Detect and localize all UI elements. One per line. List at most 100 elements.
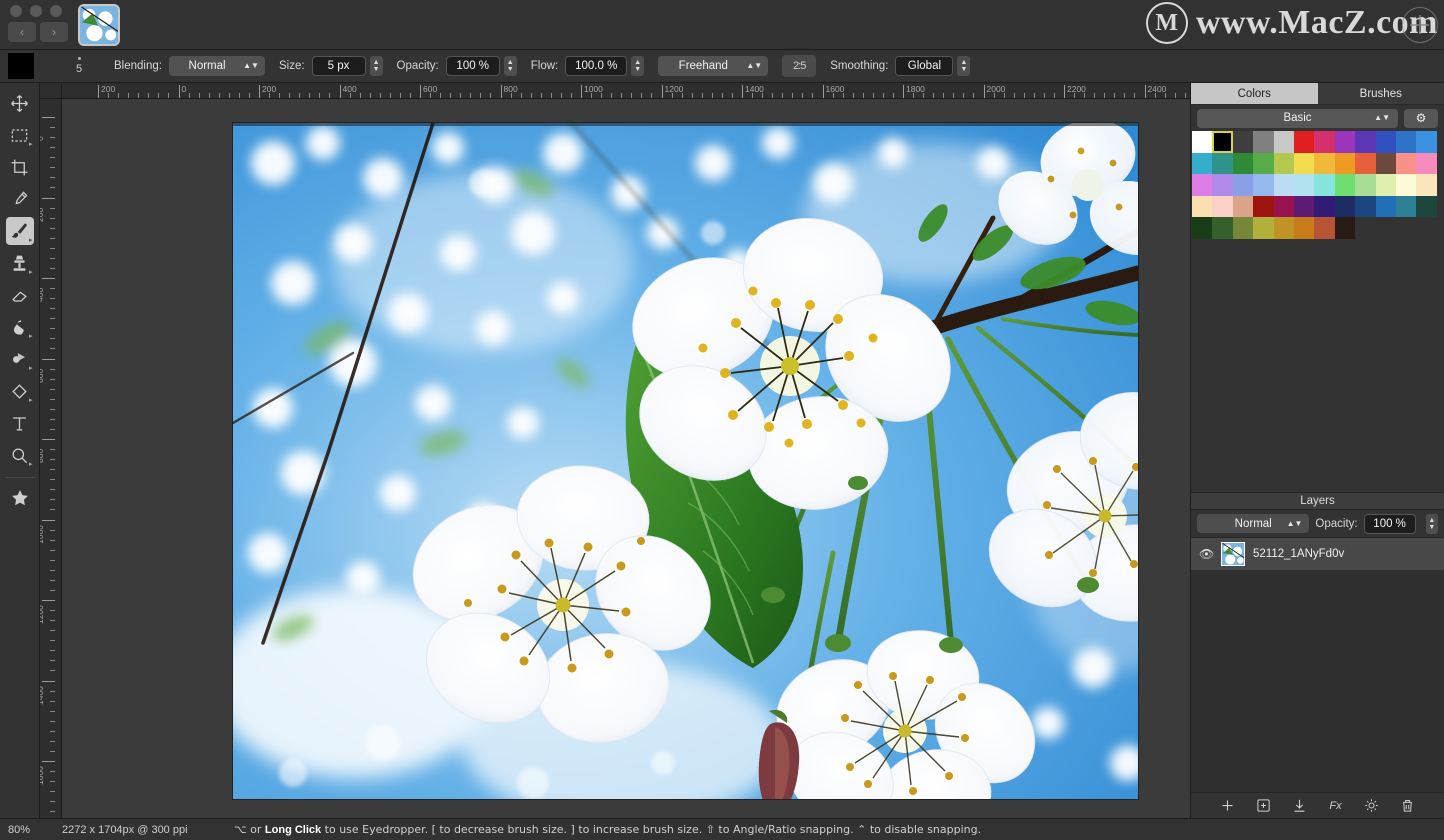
foreground-color-swatch[interactable] [8,53,34,79]
zoom-level[interactable]: 80% [0,824,62,836]
zoom-tool[interactable]: ▸ [6,441,34,469]
add-mask-button[interactable] [1255,797,1273,815]
flow-input[interactable]: 100.0 % [565,56,627,76]
color-swatch[interactable] [1294,196,1314,218]
color-swatch[interactable] [1233,174,1253,196]
nav-forward-button[interactable]: › [40,22,68,42]
color-swatch[interactable] [1416,131,1436,153]
close-button[interactable] [10,5,22,17]
color-swatch[interactable] [1376,153,1396,175]
tab-brushes[interactable]: Brushes [1318,83,1444,105]
color-swatch[interactable] [1335,131,1355,153]
layer-opacity-stepper[interactable]: ▲▼ [1426,514,1438,534]
color-swatch[interactable] [1294,217,1314,239]
shape-tool[interactable]: ▸ [6,377,34,405]
vertical-ruler[interactable]: 02004006008001000120014001600 [40,99,62,818]
color-swatch[interactable] [1274,217,1294,239]
color-swatch[interactable] [1212,174,1232,196]
color-swatch[interactable] [1416,196,1436,218]
color-swatch[interactable] [1233,153,1253,175]
text-tool[interactable] [6,409,34,437]
opacity-stepper[interactable]: ▲▼ [504,56,517,76]
layer-blend-mode-select[interactable]: Normal ▲▼ [1197,514,1309,533]
add-layer-button[interactable] [1219,797,1237,815]
color-swatch[interactable] [1192,217,1212,239]
ruler-corner[interactable] [40,83,62,99]
opacity-input[interactable]: 100 % [446,56,500,76]
color-swatch[interactable] [1274,131,1294,153]
size-input[interactable]: 5 px [312,56,366,76]
color-swatch[interactable] [1294,174,1314,196]
color-swatch[interactable] [1355,174,1375,196]
color-swatch[interactable] [1253,174,1273,196]
marquee-select-tool[interactable]: ▸ [6,121,34,149]
color-swatch[interactable] [1416,174,1436,196]
color-swatch[interactable] [1376,131,1396,153]
color-swatch[interactable] [1212,153,1232,175]
color-swatch[interactable] [1314,196,1334,218]
color-swatch[interactable] [1233,217,1253,239]
color-swatch[interactable] [1294,153,1314,175]
flow-stepper[interactable]: ▲▼ [631,56,644,76]
color-swatch[interactable] [1335,153,1355,175]
tab-colors[interactable]: Colors [1191,83,1318,105]
adjustments-button[interactable] [1363,797,1381,815]
color-swatch[interactable] [1355,196,1375,218]
color-swatch[interactable] [1253,153,1273,175]
color-swatch[interactable] [1212,196,1232,218]
canvas-stage[interactable] [62,99,1190,818]
paint-bucket-tool[interactable]: ▸ [6,313,34,341]
color-swatch[interactable] [1274,196,1294,218]
clone-stamp-tool[interactable]: ▸ [6,249,34,277]
smoothing-stepper[interactable]: ▲▼ [957,56,970,76]
color-swatch[interactable] [1274,153,1294,175]
nav-back-button[interactable]: ‹ [8,22,36,42]
paintbrush-tool[interactable]: ▸ [6,217,34,245]
color-swatch[interactable] [1416,153,1436,175]
color-swatch[interactable] [1335,196,1355,218]
color-swatch[interactable] [1376,174,1396,196]
layer-row[interactable]: 👁 52112_1ANyFd0v [1191,538,1444,570]
eraser-tool[interactable] [6,281,34,309]
color-swatch[interactable] [1396,153,1416,175]
color-swatch[interactable] [1355,131,1375,153]
blending-select[interactable]: Normal ▲▼ [169,56,265,76]
smoothing-input[interactable]: Global [895,56,953,76]
horizontal-ruler[interactable]: 2000200400600800100012001400160018002000… [62,83,1190,99]
color-swatch[interactable] [1274,174,1294,196]
color-swatch[interactable] [1335,217,1355,239]
color-swatch[interactable] [1335,174,1355,196]
size-stepper[interactable]: ▲▼ [370,56,383,76]
color-swatch[interactable] [1192,153,1212,175]
color-swatch[interactable] [1233,196,1253,218]
color-swatch[interactable] [1314,174,1334,196]
color-swatch[interactable] [1396,174,1416,196]
import-layer-button[interactable] [1291,797,1309,815]
layer-opacity-input[interactable]: 100 % [1364,514,1416,534]
move-tool[interactable] [6,89,34,117]
favorites-tool[interactable] [6,484,34,512]
color-swatch[interactable] [1314,153,1334,175]
minimize-button[interactable] [30,5,42,17]
layer-visibility-icon[interactable]: 👁 [1199,547,1213,561]
color-swatch[interactable] [1192,131,1212,153]
color-swatch[interactable] [1233,131,1253,153]
color-swatch[interactable] [1253,131,1273,153]
color-swatch[interactable] [1376,196,1396,218]
crop-tool[interactable] [6,153,34,181]
color-swatch[interactable] [1212,131,1232,153]
stabilizer-toggle-button[interactable]: 2:5 [782,55,816,77]
zoom-button[interactable] [50,5,62,17]
color-swatch[interactable] [1314,131,1334,153]
delete-layer-button[interactable] [1399,797,1417,815]
artboard[interactable] [233,123,1138,799]
color-swatch[interactable] [1294,131,1314,153]
color-swatch[interactable] [1396,131,1416,153]
color-swatch[interactable] [1396,196,1416,218]
effects-button[interactable]: Fx [1327,797,1345,815]
color-swatch[interactable] [1253,196,1273,218]
color-swatch[interactable] [1192,174,1212,196]
eyedropper-tool[interactable] [6,185,34,213]
palette-select[interactable]: Basic ▲▼ [1197,109,1398,128]
color-swatch[interactable] [1253,217,1273,239]
